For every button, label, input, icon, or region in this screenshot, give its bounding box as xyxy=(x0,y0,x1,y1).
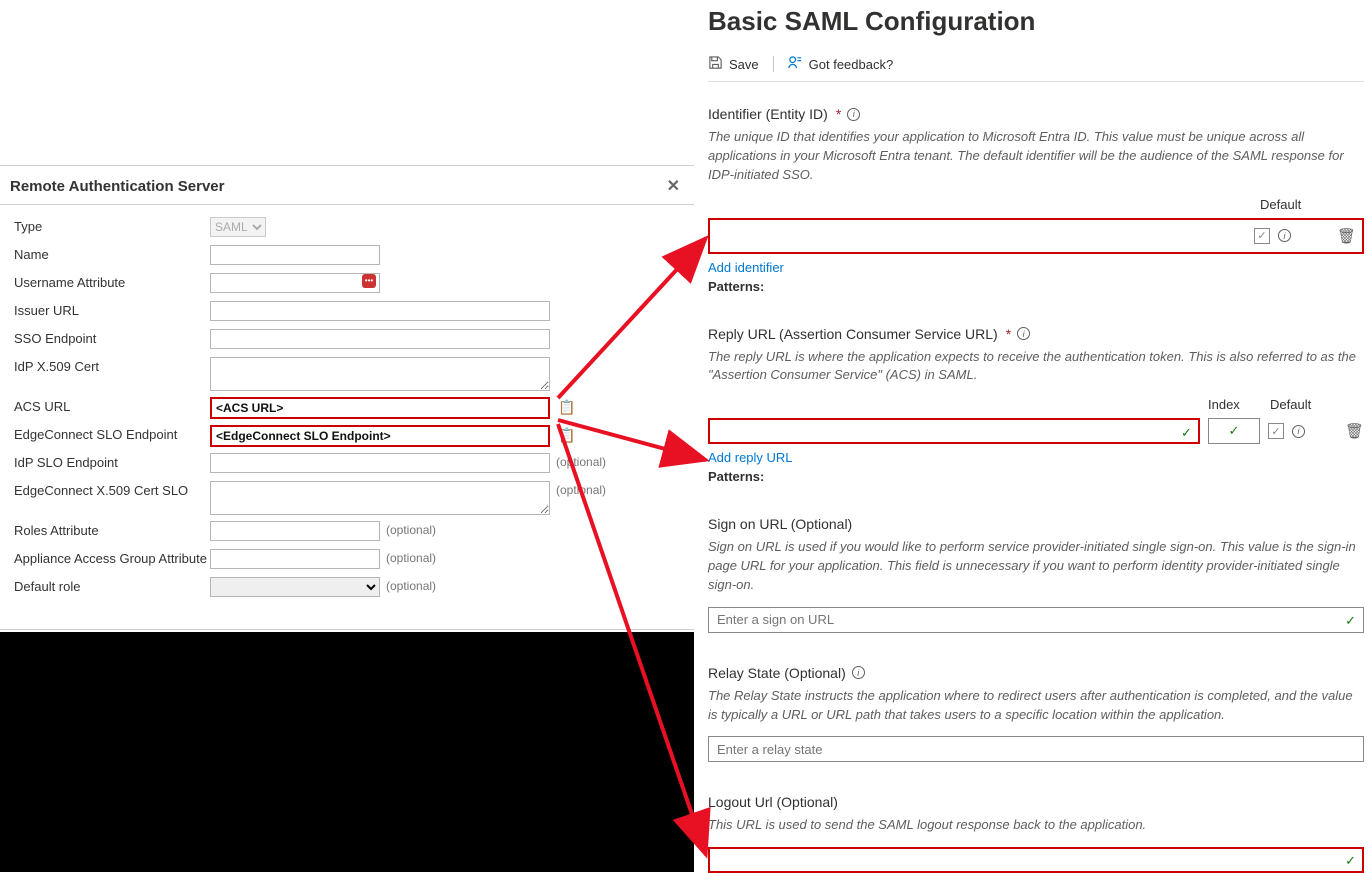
delete-icon[interactable]: 🗑 xyxy=(1345,422,1364,440)
logout-label: Logout Url (Optional) xyxy=(708,794,1364,810)
type-select: SAML xyxy=(210,217,266,237)
reply-url-entry-row: ✓ ✓ ✓ i 🗑 xyxy=(708,418,1364,444)
signon-desc: Sign on URL is used if you would like to… xyxy=(708,538,1364,595)
name-input[interactable] xyxy=(210,245,380,265)
reply-url-label: Reply URL (Assertion Consumer Service UR… xyxy=(708,326,1364,342)
check-icon: ✓ xyxy=(1345,853,1356,869)
default-role-select[interactable] xyxy=(210,577,380,597)
ec-cert-slo-textarea[interactable] xyxy=(210,481,550,515)
info-icon[interactable]: i xyxy=(852,666,865,679)
index-col-header: Index xyxy=(1208,397,1248,412)
idp-slo-input[interactable] xyxy=(210,453,550,473)
save-icon xyxy=(708,55,723,73)
optional-text: (optional) xyxy=(386,577,436,593)
identifier-section: Identifier (Entity ID)* i The unique ID … xyxy=(708,106,1364,294)
check-icon: ✓ xyxy=(1345,613,1356,629)
dialog-body: Type SAML Name Username Attribute ••• Is… xyxy=(0,205,694,611)
issuer-url-label: Issuer URL xyxy=(14,301,210,318)
optional-text: (optional) xyxy=(556,453,606,469)
patterns-label: Patterns: xyxy=(708,279,1364,294)
reply-url-input[interactable]: ✓ xyxy=(708,418,1200,444)
logout-input-wrapper: ✓ xyxy=(708,847,1364,873)
index-input[interactable]: ✓ xyxy=(1208,418,1260,444)
feedback-icon xyxy=(788,55,803,73)
logout-desc: This URL is used to send the SAML logout… xyxy=(708,816,1364,835)
logout-url-input[interactable] xyxy=(708,847,1364,873)
logout-url-section: Logout Url (Optional) This URL is used t… xyxy=(708,794,1364,873)
remote-auth-dialog: Remote Authentication Server ✕ Type SAML… xyxy=(0,165,694,674)
default-role-label: Default role xyxy=(14,577,210,594)
check-icon: ✓ xyxy=(1181,425,1192,441)
default-col-header: Default xyxy=(1270,397,1316,412)
required-star: * xyxy=(1006,326,1011,342)
optional-text: (optional) xyxy=(556,481,606,497)
close-icon[interactable]: ✕ xyxy=(667,176,680,196)
signon-input-wrapper: ✓ xyxy=(708,607,1364,633)
appliance-access-label: Appliance Access Group Attribute xyxy=(14,549,210,566)
default-col-header: Default xyxy=(1260,197,1364,212)
info-icon[interactable]: i xyxy=(847,108,860,121)
required-star: * xyxy=(836,106,841,122)
idp-cert-textarea[interactable] xyxy=(210,357,550,391)
info-icon[interactable]: i xyxy=(1017,327,1030,340)
optional-text: (optional) xyxy=(386,549,436,565)
signon-url-section: Sign on URL (Optional) Sign on URL is us… xyxy=(708,516,1364,633)
username-attr-input[interactable] xyxy=(210,273,380,293)
identifier-desc: The unique ID that identifies your appli… xyxy=(708,128,1364,185)
identifier-label: Identifier (Entity ID)* i xyxy=(708,106,1364,122)
relay-state-section: Relay State (Optional) i The Relay State… xyxy=(708,665,1364,763)
toolbar: Save Got feedback? xyxy=(708,55,1364,82)
idp-cert-label: IdP X.509 Cert xyxy=(14,357,210,374)
type-label: Type xyxy=(14,217,210,234)
identifier-input[interactable] xyxy=(716,223,1246,249)
roles-attr-label: Roles Attribute xyxy=(14,521,210,538)
acs-url-label: ACS URL xyxy=(14,397,210,414)
info-icon[interactable]: i xyxy=(1292,425,1305,438)
toolbar-feedback-button[interactable]: Got feedback? xyxy=(788,55,894,73)
default-checkbox[interactable]: ✓ xyxy=(1268,423,1284,439)
copy-acs-icon[interactable]: 📋 xyxy=(558,397,575,416)
add-reply-url-link[interactable]: Add reply URL xyxy=(708,450,1364,465)
dialog-header: Remote Authentication Server ✕ xyxy=(0,166,694,205)
issuer-url-input[interactable] xyxy=(210,301,550,321)
terminal-area xyxy=(0,632,694,872)
ec-slo-label: EdgeConnect SLO Endpoint xyxy=(14,425,210,442)
signon-url-input[interactable] xyxy=(708,607,1364,633)
required-badge-icon: ••• xyxy=(362,274,376,288)
toolbar-divider xyxy=(773,56,774,72)
copy-ec-slo-icon[interactable]: 📋 xyxy=(558,425,575,444)
add-identifier-link[interactable]: Add identifier xyxy=(708,260,1364,275)
username-attr-label: Username Attribute xyxy=(14,273,210,290)
identifier-entry-row: ✓ i 🗑 xyxy=(708,218,1364,254)
roles-attr-input[interactable] xyxy=(210,521,380,541)
page-title: Basic SAML Configuration xyxy=(708,6,1364,37)
sso-endpoint-input[interactable] xyxy=(210,329,550,349)
reply-url-section: Reply URL (Assertion Consumer Service UR… xyxy=(708,326,1364,485)
ec-slo-input[interactable] xyxy=(210,425,550,447)
acs-url-input[interactable] xyxy=(210,397,550,419)
name-label: Name xyxy=(14,245,210,262)
saml-config-panel: Basic SAML Configuration Save Got feedba… xyxy=(708,0,1368,873)
signon-label: Sign on URL (Optional) xyxy=(708,516,1364,532)
dialog-title: Remote Authentication Server xyxy=(10,178,225,195)
appliance-access-input[interactable] xyxy=(210,549,380,569)
relay-label: Relay State (Optional) i xyxy=(708,665,1364,681)
delete-icon[interactable]: 🗑 xyxy=(1337,227,1356,245)
relay-desc: The Relay State instructs the applicatio… xyxy=(708,687,1364,725)
patterns-label: Patterns: xyxy=(708,469,1364,484)
reply-url-desc: The reply URL is where the application e… xyxy=(708,348,1364,386)
relay-state-input[interactable] xyxy=(708,736,1364,762)
default-checkbox[interactable]: ✓ xyxy=(1254,228,1270,244)
ec-cert-slo-label: EdgeConnect X.509 Cert SLO xyxy=(14,481,210,498)
optional-text: (optional) xyxy=(386,521,436,537)
toolbar-save-button[interactable]: Save xyxy=(708,55,759,73)
sso-endpoint-label: SSO Endpoint xyxy=(14,329,210,346)
idp-slo-label: IdP SLO Endpoint xyxy=(14,453,210,470)
info-icon[interactable]: i xyxy=(1278,229,1291,242)
